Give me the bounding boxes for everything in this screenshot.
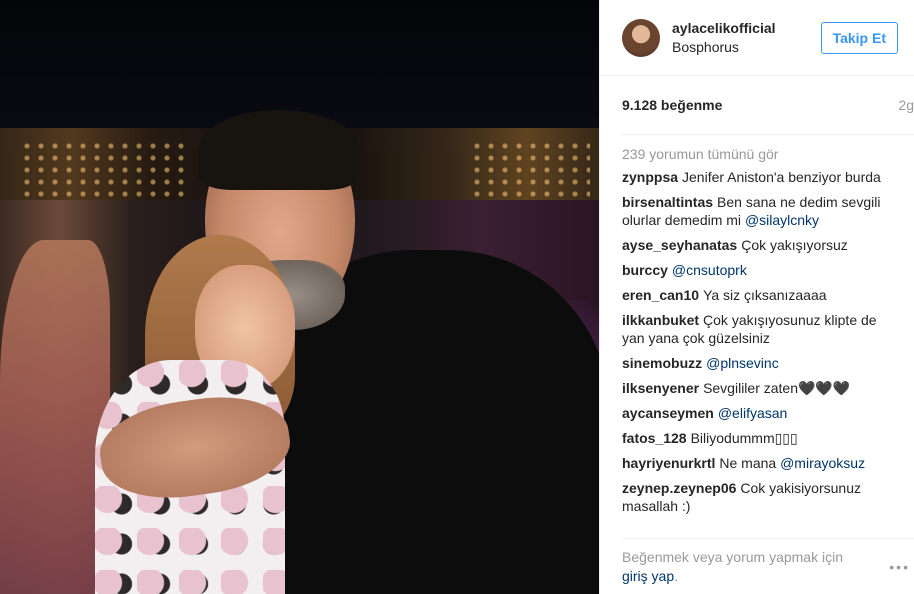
comment-text: Ne mana [719, 455, 777, 471]
comment-mention-link[interactable]: @mirayoksuz [780, 455, 865, 471]
comment-item: sinemobuzz @plnsevinc [622, 354, 898, 372]
login-prompt-text: Beğenmek veya yorum yapmak için [622, 548, 843, 565]
comment-item: fatos_128 Biliyodummm▯▯▯ [622, 429, 898, 447]
comment-item: birsenaltintas Ben sana ne dedim sevgili … [622, 193, 898, 229]
comment-username[interactable]: zeynep.zeynep06 [622, 480, 736, 496]
comment-item: ilkkanbuket Çok yakışıyosunuz klipte de y… [622, 311, 898, 347]
comment-container: zynppsa Jenifer Aniston'a benziyor burda b… [622, 168, 898, 515]
comment-username[interactable]: ayse_seyhanatas [622, 237, 737, 253]
comment-text: Sevgililer zaten🖤🖤🖤 [703, 380, 851, 396]
likes-row: 9.128 beğenme 2g [600, 76, 914, 134]
comment-mention-link[interactable]: @elifyasan [718, 405, 787, 421]
comment-username[interactable]: birsenaltintas [622, 194, 713, 210]
comment-item: burccy @cnsutoprk [622, 261, 898, 279]
post-photo[interactable] [0, 0, 599, 594]
avatar[interactable] [622, 18, 660, 57]
photo-lights-left [20, 140, 190, 200]
comment-username[interactable]: zynppsa [622, 169, 678, 185]
comment-mention-link[interactable]: @plnsevinc [706, 355, 779, 371]
comment-item: zeynep.zeynep06 Cok yakisiyorsunuz masall… [622, 479, 898, 515]
login-link[interactable]: giriş yap [622, 568, 674, 584]
post-sidebar: aylacelikofficial Bosphorus Takip Et 9.1… [599, 0, 914, 594]
login-suffix: . [674, 567, 679, 584]
comment-item: hayriyenurkrtl Ne mana @mirayoksuz [622, 454, 898, 472]
comment-username[interactable]: fatos_128 [622, 430, 687, 446]
post-time[interactable]: 2g [898, 97, 914, 113]
post-footer: Beğenmek veya yorum yapmak için giriş ya… [622, 538, 914, 594]
likes-count[interactable]: 9.128 beğenme [622, 97, 722, 113]
comment-item: zynppsa Jenifer Aniston'a benziyor burda [622, 168, 898, 186]
comment-item: aycanseymen @elifyasan [622, 404, 898, 422]
comment-username[interactable]: ilkkanbuket [622, 312, 699, 328]
comment-text: Jenifer Aniston'a benziyor burda [682, 169, 881, 185]
view-all-comments-link[interactable]: 239 yorumun tümünü gör [622, 146, 898, 162]
comment-item: ilksenyener Sevgililer zaten🖤🖤🖤 [622, 379, 898, 397]
comment-text: Ya siz çıksanızaaaa [703, 287, 827, 303]
instagram-post: aylacelikofficial Bosphorus Takip Et 9.1… [0, 0, 914, 594]
photo-lights-right [470, 140, 590, 200]
comment-username[interactable]: ilksenyener [622, 380, 699, 396]
comment-username[interactable]: burccy [622, 262, 668, 278]
post-header: aylacelikofficial Bosphorus Takip Et [600, 0, 914, 76]
login-prompt: Beğenmek veya yorum yapmak için giriş ya… [622, 548, 843, 586]
comment-username[interactable]: aycanseymen [622, 405, 714, 421]
comments-list: 239 yorumun tümünü gör zynppsa Jenifer An… [622, 134, 914, 515]
comment-mention-link[interactable]: @silaylcnky [745, 212, 819, 228]
photo-man-hair [198, 110, 360, 190]
comment-text: Biliyodummm▯▯▯ [690, 430, 798, 446]
comment-text: Çok yakışıyorsuz [741, 237, 848, 253]
comment-username[interactable]: hayriyenurkrtl [622, 455, 715, 471]
location-link[interactable]: Bosphorus [672, 39, 821, 55]
comment-username[interactable]: eren_can10 [622, 287, 699, 303]
comment-item: ayse_seyhanatas Çok yakışıyorsuz [622, 236, 898, 254]
follow-button[interactable]: Takip Et [820, 21, 898, 54]
comment-item: eren_can10 Ya siz çıksanızaaaa [622, 286, 898, 304]
photo-background-person [0, 240, 110, 594]
comment-mention-link[interactable]: @cnsutoprk [672, 262, 747, 278]
comment-username[interactable]: sinemobuzz [622, 355, 702, 371]
user-info: aylacelikofficial Bosphorus [672, 20, 821, 55]
more-options-icon[interactable]: ••• [889, 559, 910, 575]
username-link[interactable]: aylacelikofficial [672, 20, 821, 36]
